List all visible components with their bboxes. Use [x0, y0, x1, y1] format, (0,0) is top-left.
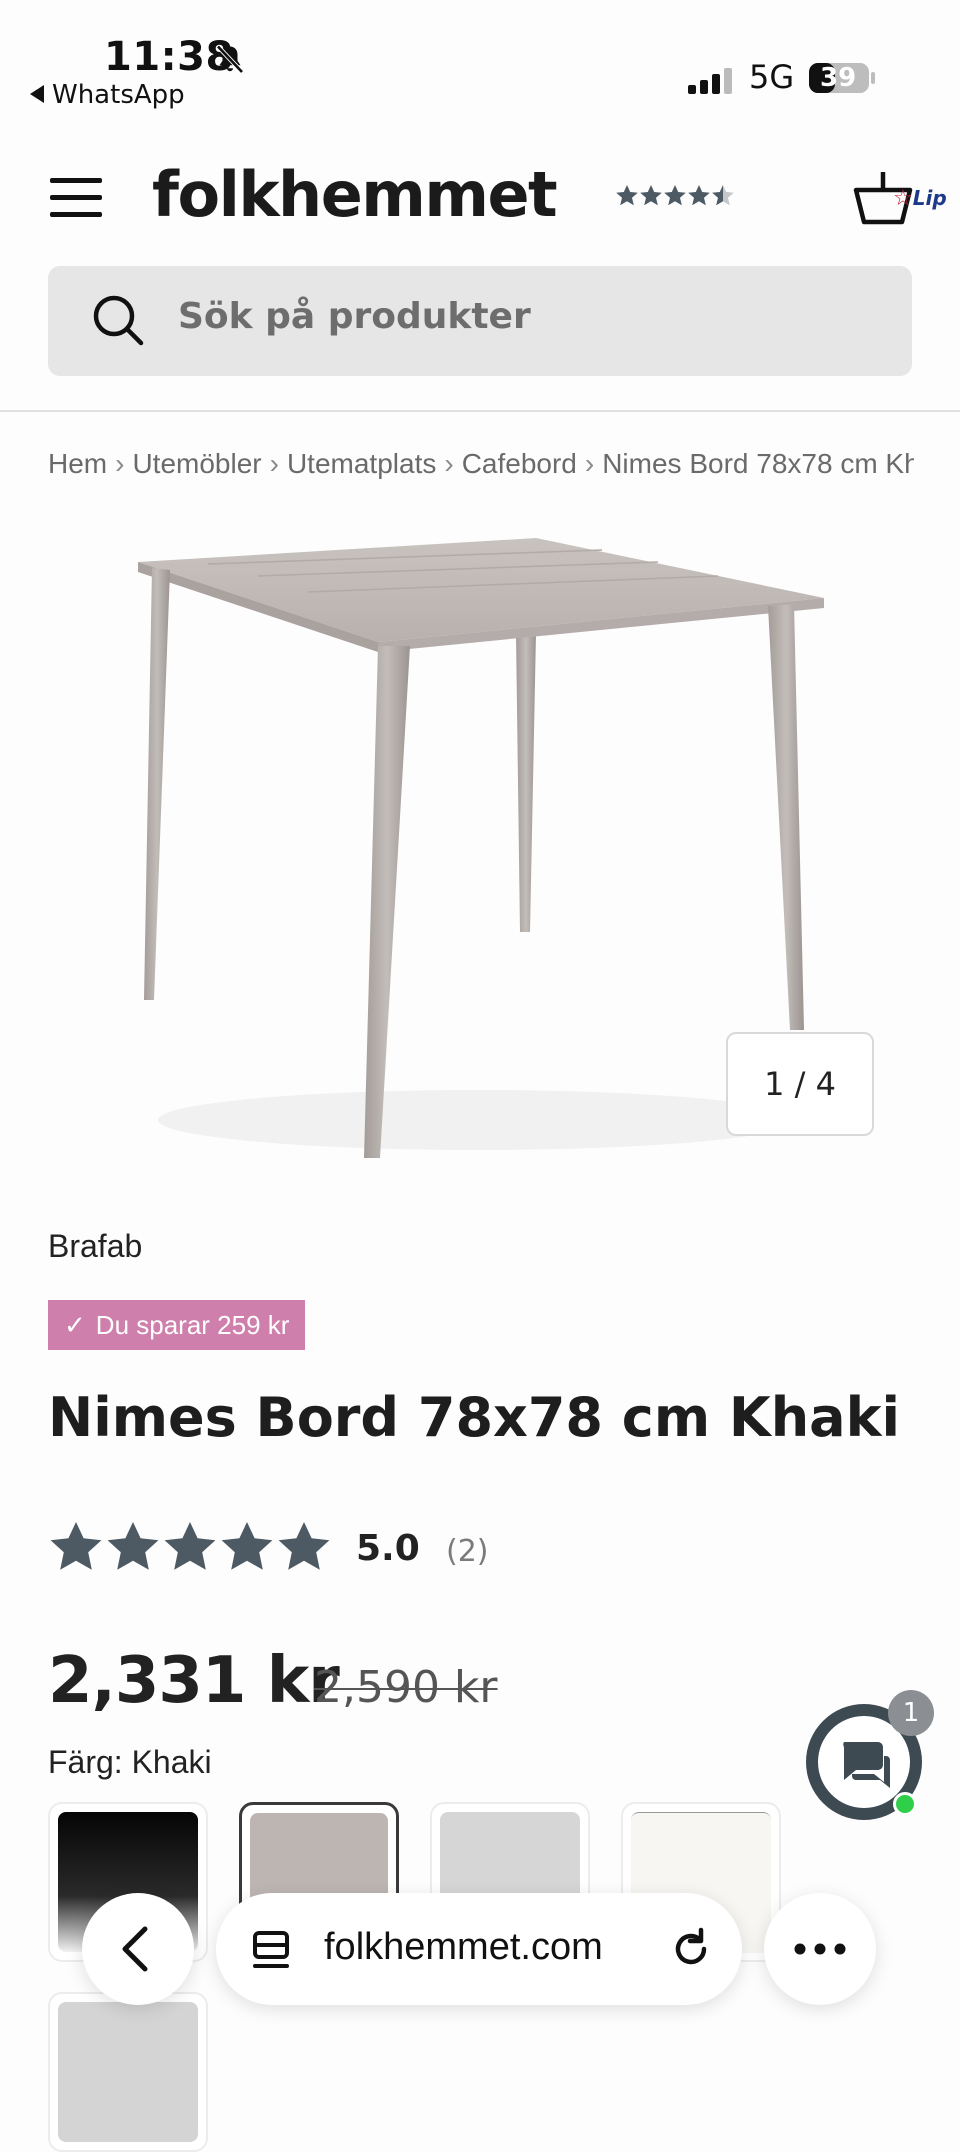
- rating-stars-icon[interactable]: [48, 1520, 334, 1576]
- trust-badge: ☆Lip: [893, 186, 947, 211]
- swatch-fill: [58, 2002, 198, 2142]
- back-app-label: WhatsApp: [52, 80, 185, 110]
- browser-url-text[interactable]: folkhemmet.com: [324, 1926, 603, 1969]
- browser-back-button[interactable]: [82, 1893, 194, 2005]
- store-rating-stars-icon: [616, 185, 734, 206]
- breadcrumb-link-utemobler[interactable]: Utemöbler: [132, 448, 261, 479]
- product-title: Nimes Bord 78x78 cm Khaki: [48, 1386, 901, 1449]
- battery-level: 39: [820, 63, 857, 93]
- breadcrumb-current: Nimes Bord 78x78 cm Khaki: [602, 448, 914, 479]
- breadcrumb: Hem › Utemöbler › Utematplats › Cafebord › Nimes…: [48, 448, 914, 480]
- page-menu-icon[interactable]: [252, 1930, 290, 1970]
- reload-icon[interactable]: [668, 1926, 714, 1972]
- color-swatch-light-grey[interactable]: [48, 1992, 208, 2152]
- review-count[interactable]: (2): [446, 1534, 489, 1569]
- site-logo[interactable]: folkhemmet: [152, 158, 558, 231]
- breadcrumb-separator: ›: [269, 448, 279, 479]
- breadcrumb-separator: ›: [584, 448, 595, 479]
- breadcrumb-link-cafebord[interactable]: Cafebord: [462, 448, 577, 479]
- current-price: 2,331 kr: [48, 1644, 340, 1718]
- back-to-app-link[interactable]: WhatsApp: [30, 80, 185, 110]
- bell-muted-icon: [216, 44, 244, 74]
- search-placeholder[interactable]: Sök på produkter: [178, 296, 531, 337]
- more-dots-icon: [794, 1943, 846, 1955]
- trust-badge-label: Lip: [912, 186, 947, 210]
- chat-bubble-icon: [843, 1742, 890, 1788]
- savings-text: Du sparar 259 kr: [95, 1310, 290, 1340]
- menu-icon[interactable]: [50, 178, 102, 218]
- battery-icon: 39: [808, 62, 876, 94]
- network-type: 5G: [749, 58, 795, 96]
- original-price: 2,590 kr: [314, 1662, 498, 1713]
- browser-more-button[interactable]: [764, 1893, 876, 2005]
- back-triangle-icon: [30, 84, 44, 103]
- breadcrumb-link-utematplats[interactable]: Utematplats: [287, 448, 436, 479]
- rating-value: 5.0: [356, 1528, 420, 1569]
- breadcrumb-separator: ›: [115, 448, 125, 479]
- chevron-left-icon: [122, 1926, 148, 1972]
- header-divider: [0, 410, 960, 412]
- chat-notification-badge: 1: [888, 1690, 934, 1736]
- product-brand[interactable]: Brafab: [48, 1228, 142, 1265]
- trust-star-icon: ☆: [893, 186, 913, 211]
- breadcrumb-separator: ›: [444, 448, 454, 479]
- online-status-dot: [893, 1792, 917, 1816]
- search-icon: [93, 295, 144, 346]
- cellular-signal-icon: [688, 68, 732, 94]
- breadcrumb-link-home[interactable]: Hem: [48, 448, 107, 479]
- savings-badge: ✓ Du sparar 259 kr: [48, 1300, 306, 1350]
- color-label: Färg: Khaki: [48, 1744, 212, 1780]
- checkmark-icon: ✓: [64, 1310, 86, 1340]
- gallery-counter: 1 / 4: [726, 1032, 874, 1136]
